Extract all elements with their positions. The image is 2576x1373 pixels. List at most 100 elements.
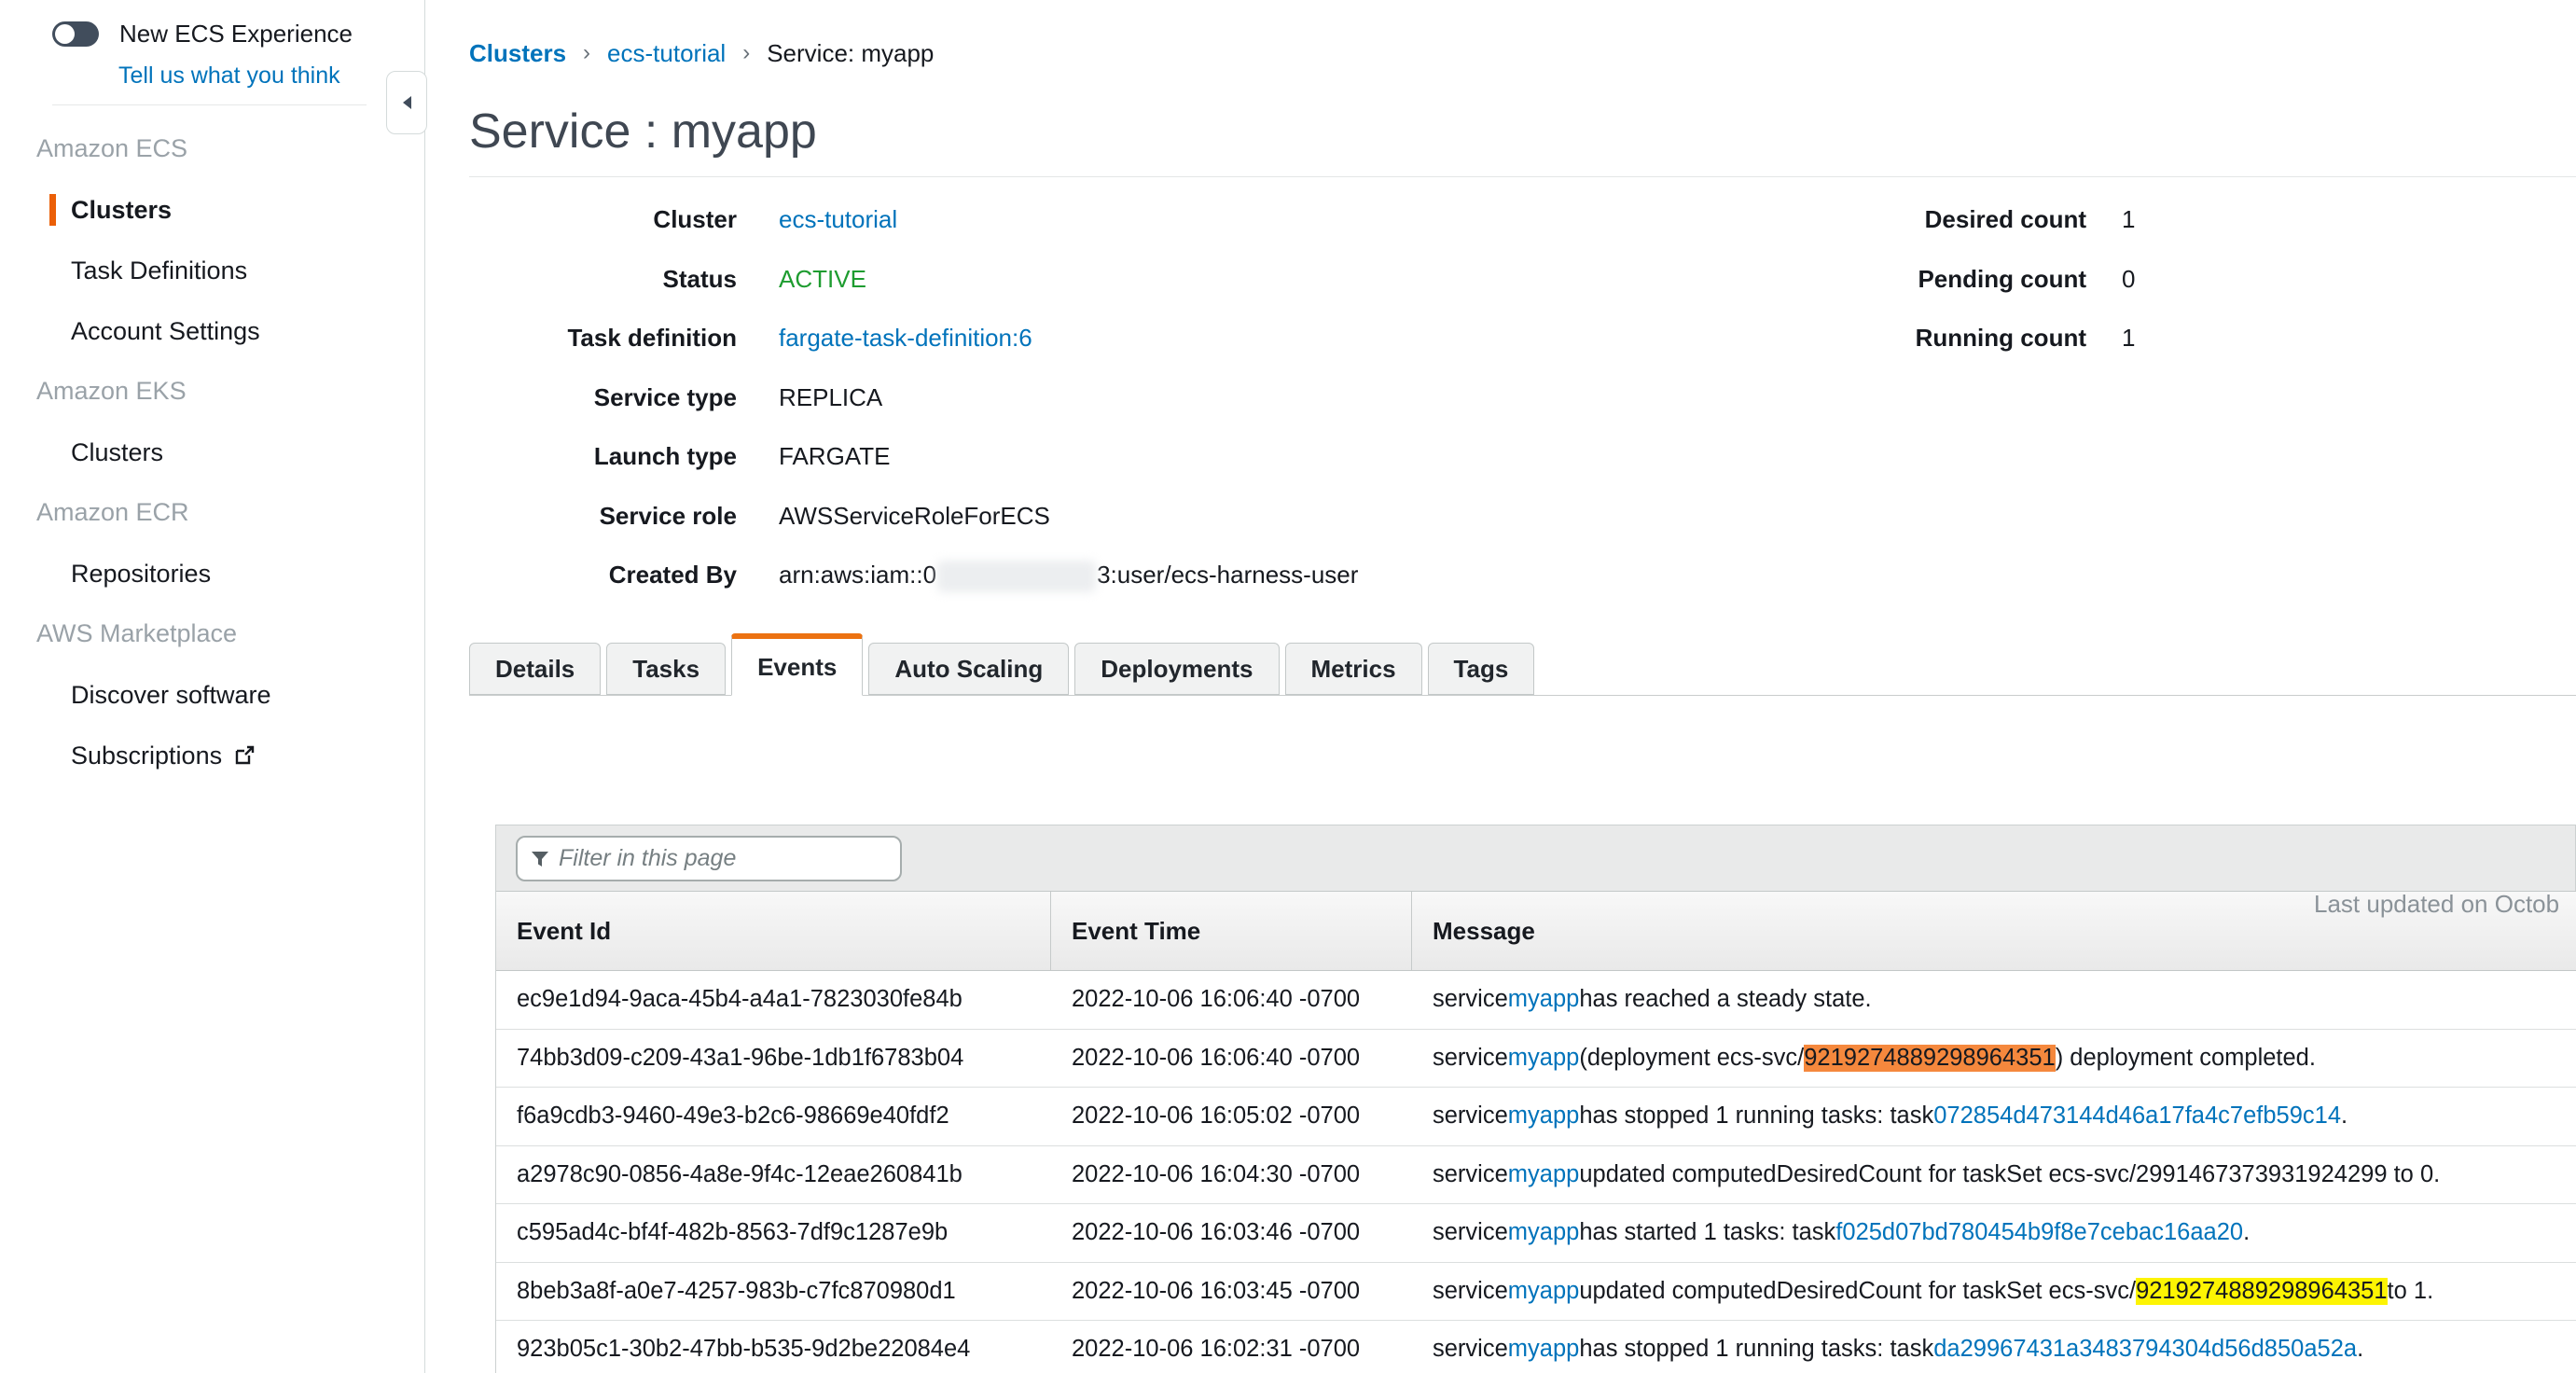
filter-bar: [495, 825, 2576, 891]
breadcrumb-separator: ›: [583, 39, 590, 67]
event-time-cell: 2022-10-06 16:06:40 -0700: [1051, 1030, 1412, 1088]
message-link[interactable]: 072854d473144d46a17fa4c7efb59c14: [1933, 1103, 2341, 1130]
message-cell: service myapp has stopped 1 running task…: [1412, 1088, 2576, 1145]
tab-events[interactable]: Events: [731, 633, 863, 696]
last-updated-text: Last updated on Octob: [2314, 890, 2559, 919]
event-time-cell: 2022-10-06 16:03:45 -0700: [1051, 1263, 1412, 1321]
event-time-cell: 2022-10-06 16:03:46 -0700: [1051, 1204, 1412, 1262]
event-id-cell: 923b05c1-30b2-47bb-b535-9d2be22084e4: [496, 1321, 1051, 1373]
detail-value-desired-count: 1: [2122, 205, 2135, 265]
sidebar-nav: Amazon ECS Clusters Task Definitions Accoun…: [0, 133, 424, 771]
event-id-cell: f6a9cdb3-9460-49e3-b2c6-98669e40fdf2: [496, 1088, 1051, 1145]
tab-deployments[interactable]: Deployments: [1074, 643, 1279, 695]
tab-bar: DetailsTasksEventsAuto ScalingDeployment…: [469, 633, 2576, 696]
event-time-cell: 2022-10-06 16:04:30 -0700: [1051, 1146, 1412, 1204]
sidebar-item-amazon-eks-clusters[interactable]: Clusters: [56, 437, 424, 468]
detail-label-created-by: Created By: [469, 561, 737, 620]
task-definition-link[interactable]: fargate-task-definition:6: [779, 324, 1032, 352]
detail-value-created-by: arn:aws:iam::03:user/ecs-harness-user: [779, 561, 2576, 620]
message-cell: service myapp has started 1 tasks: task …: [1412, 1204, 2576, 1262]
message-text: updated computedDesiredCount for taskSet…: [1579, 1278, 2136, 1305]
detail-value-service-type: REPLICA: [779, 383, 2576, 443]
filter-funnel-icon: [531, 850, 549, 868]
sidebar-section-header-amazon-ecr: Amazon ECR: [0, 497, 424, 527]
message-cell: service myapp updated computedDesiredCou…: [1412, 1263, 2576, 1321]
message-link[interactable]: myapp: [1508, 1336, 1580, 1363]
message-text: service: [1433, 1103, 1508, 1130]
message-link[interactable]: myapp: [1508, 1103, 1580, 1130]
detail-value-pending-count: 0: [2122, 265, 2135, 325]
detail-value-launch-type: FARGATE: [779, 442, 2576, 502]
breadcrumb-item-clusters[interactable]: Clusters: [469, 39, 566, 67]
message-link[interactable]: myapp: [1508, 1161, 1580, 1188]
message-text: .: [2341, 1103, 2347, 1130]
breadcrumb-separator: ›: [742, 39, 750, 67]
event-id-cell: ec9e1d94-9aca-45b4-a4a1-7823030fe84b: [496, 971, 1051, 1029]
detail-label-service-role: Service role: [469, 502, 737, 562]
breadcrumb: Clusters › ecs-tutorial › Service: myapp: [469, 39, 2576, 67]
sidebar-item-amazon-ecr-repositories[interactable]: Repositories: [56, 558, 424, 589]
table-header: Event IdEvent TimeMessage: [496, 891, 2576, 971]
table-row: ec9e1d94-9aca-45b4-a4a1-7823030fe84b2022…: [496, 971, 2576, 1030]
sidebar-item-label: Clusters: [71, 437, 163, 468]
breadcrumb-item-ecs-tutorial[interactable]: ecs-tutorial: [607, 39, 726, 67]
sidebar: New ECS Experience Tell us what you thin…: [0, 0, 425, 1373]
sidebar-item-aws-marketplace-subscriptions[interactable]: Subscriptions: [56, 740, 424, 771]
sidebar-item-amazon-ecs-clusters[interactable]: Clusters: [49, 194, 424, 226]
sidebar-item-label: Account Settings: [71, 315, 260, 347]
search-highlight-current: 9219274889298964351: [1804, 1045, 2055, 1072]
filter-input[interactable]: [559, 845, 887, 872]
message-text: .: [2243, 1219, 2250, 1246]
message-text: service: [1433, 1045, 1508, 1072]
new-ecs-experience-toggle[interactable]: [52, 21, 99, 47]
sidebar-section-header-amazon-ecs: Amazon ECS: [0, 133, 424, 163]
sidebar-item-amazon-ecs-account-settings[interactable]: Account Settings: [56, 315, 424, 347]
sidebar-collapse-button[interactable]: [386, 71, 427, 134]
detail-label-service-type: Service type: [469, 383, 737, 443]
breadcrumb-item-service-myapp: Service: myapp: [767, 39, 934, 67]
event-id-cell: c595ad4c-bf4f-482b-8563-7df9c1287e9b: [496, 1204, 1051, 1262]
tab-details[interactable]: Details: [469, 643, 601, 695]
new-ecs-experience-row: New ECS Experience: [52, 20, 424, 49]
message-text: service: [1433, 1219, 1508, 1246]
tab-tags[interactable]: Tags: [1428, 643, 1535, 695]
message-text: has reached a steady state.: [1579, 986, 1871, 1013]
table-row: 923b05c1-30b2-47bb-b535-9d2be22084e42022…: [496, 1321, 2576, 1373]
column-header-event-id: Event Id: [496, 892, 1051, 970]
message-text: service: [1433, 1161, 1508, 1188]
message-link[interactable]: myapp: [1508, 1219, 1580, 1246]
message-link[interactable]: da29967431a3483794304d56d850a52a: [1933, 1336, 2357, 1363]
detail-value-service-role: AWSServiceRoleForECS: [779, 502, 2576, 562]
service-details: Clusterecs-tutorialStatusACTIVETask defi…: [469, 205, 2576, 633]
message-link[interactable]: myapp: [1508, 1045, 1580, 1072]
tab-metrics[interactable]: Metrics: [1285, 643, 1422, 695]
table-row: f6a9cdb3-9460-49e3-b2c6-98669e40fdf22022…: [496, 1088, 2576, 1146]
tab-tasks[interactable]: Tasks: [606, 643, 726, 695]
cluster-link[interactable]: ecs-tutorial: [779, 205, 897, 233]
message-text: to 1.: [2388, 1278, 2434, 1305]
page-title: Service : myapp: [469, 104, 2576, 159]
table-row: a2978c90-0856-4a8e-9f4c-12eae260841b2022…: [496, 1146, 2576, 1205]
detail-label-status: Status: [469, 265, 737, 325]
detail-label-cluster: Cluster: [469, 205, 737, 265]
message-link[interactable]: f025d07bd780454b9f8e7cebac16aa20: [1835, 1219, 2243, 1246]
message-link[interactable]: myapp: [1508, 986, 1580, 1013]
sidebar-item-aws-marketplace-discover-software[interactable]: Discover software: [56, 679, 424, 711]
events-panel: Last updated on Octob Event IdEvent Time…: [469, 825, 2576, 1373]
feedback-link[interactable]: Tell us what you think: [118, 62, 424, 90]
details-left: Clusterecs-tutorialStatusACTIVETask defi…: [469, 205, 2576, 620]
detail-label-desired-count: Desired count: [1773, 205, 2086, 265]
message-link[interactable]: myapp: [1508, 1278, 1580, 1305]
message-text: service: [1433, 1336, 1508, 1363]
detail-value-status: ACTIVE: [779, 265, 2576, 325]
search-highlight: 9219274889298964351: [2136, 1278, 2387, 1305]
filter-input-box: [516, 836, 902, 881]
tab-auto-scaling[interactable]: Auto Scaling: [868, 643, 1069, 695]
new-ecs-experience-label: New ECS Experience: [119, 20, 353, 49]
message-cell: service myapp (deployment ecs-svc/921927…: [1412, 1030, 2576, 1088]
message-text: has stopped 1 running tasks: task: [1579, 1103, 1933, 1130]
message-cell: service myapp has stopped 1 running task…: [1412, 1321, 2576, 1373]
event-id-cell: a2978c90-0856-4a8e-9f4c-12eae260841b: [496, 1146, 1051, 1204]
status-badge: ACTIVE: [779, 265, 866, 293]
sidebar-item-amazon-ecs-task-definitions[interactable]: Task Definitions: [56, 255, 424, 286]
